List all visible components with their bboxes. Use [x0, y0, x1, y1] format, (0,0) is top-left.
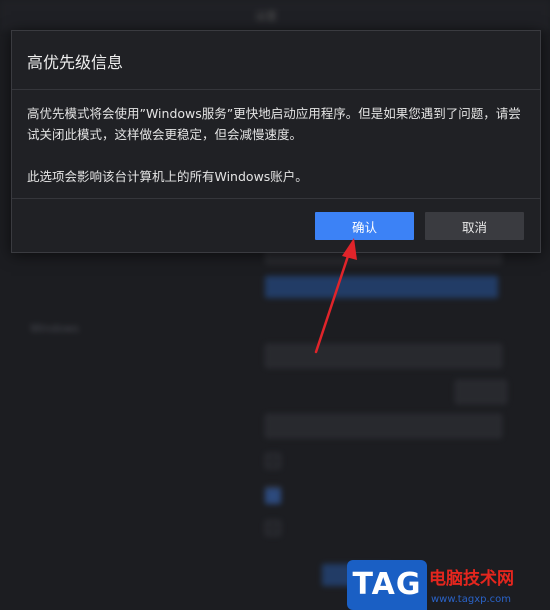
background-titlebar: 设置 — [0, 0, 550, 30]
background-checkbox — [265, 520, 281, 536]
confirm-button[interactable]: 确认 — [315, 212, 414, 240]
background-dropdown — [265, 414, 502, 438]
background-checkbox-checked — [265, 488, 281, 504]
background-window-title: 设置 — [255, 10, 277, 23]
watermark-site-name: 电脑技术网 — [429, 569, 514, 589]
dialog-divider — [12, 89, 540, 90]
background-section-heading: Windows — [30, 322, 80, 335]
dialog-paragraph: 高优先模式将会使用”Windows服务”更快地启动应用程序。但是如果您遇到了问题… — [27, 106, 521, 142]
dialog-divider — [12, 198, 540, 199]
dialog-paragraph: 此选项会影响该台计算机上的所有Windows账户。 — [27, 169, 308, 184]
priority-info-dialog: 高优先级信息 高优先模式将会使用”Windows服务”更快地启动应用程序。但是如… — [11, 30, 541, 253]
dialog-body: 高优先模式将会使用”Windows服务”更快地启动应用程序。但是如果您遇到了问题… — [27, 103, 527, 187]
dialog-title: 高优先级信息 — [27, 53, 124, 72]
background-checkbox — [265, 453, 281, 469]
cancel-button[interactable]: 取消 — [425, 212, 524, 240]
watermark-url: www.tagxp.com — [431, 594, 511, 605]
background-dropdown — [265, 344, 502, 368]
background-row-label — [30, 282, 90, 302]
background-small-field — [455, 380, 507, 404]
watermark-tag-logo: TAG — [347, 560, 427, 610]
background-blue-button — [265, 276, 498, 298]
watermark: TAG 电脑技术网 www.tagxp.com — [347, 560, 550, 610]
